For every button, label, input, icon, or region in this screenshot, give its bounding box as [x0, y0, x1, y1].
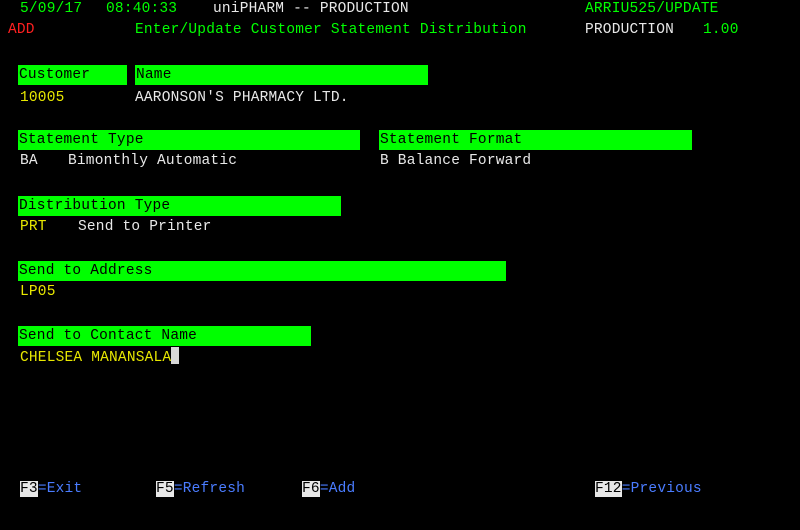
- f5-key-label: F5: [156, 481, 174, 497]
- program-id: ARRIU525/UPDATE: [585, 1, 719, 17]
- screen-title: Enter/Update Customer Statement Distribu…: [135, 22, 527, 38]
- f5-refresh-key[interactable]: F5=Refresh: [156, 480, 245, 498]
- customer-header: Customer: [18, 65, 127, 85]
- statement-type-code: BA: [20, 153, 38, 169]
- f6-action-label: =Add: [319, 481, 356, 497]
- text-cursor: [171, 347, 180, 364]
- f6-add-key[interactable]: F6=Add: [302, 480, 355, 498]
- send-to-contact-value: CHELSEA MANANSALA: [20, 350, 172, 366]
- f12-key-label: F12: [595, 481, 622, 497]
- f6-key-label: F6: [302, 481, 320, 497]
- statement-format-value: B Balance Forward: [380, 153, 532, 169]
- version-label: 1.00: [703, 22, 739, 38]
- customer-number: 10005: [20, 90, 65, 106]
- customer-name: AARONSON'S PHARMACY LTD.: [135, 90, 349, 106]
- statement-type-header: Statement Type: [18, 130, 360, 150]
- name-header: Name: [135, 65, 428, 85]
- f3-key-label: F3: [20, 481, 38, 497]
- date-text: 5/09/17: [20, 1, 83, 17]
- send-to-contact-header: Send to Contact Name: [18, 326, 311, 346]
- f5-action-label: =Refresh: [173, 481, 246, 497]
- statement-type-description: Bimonthly Automatic: [68, 153, 238, 169]
- time-text: 08:40:33: [106, 1, 178, 17]
- send-to-address-header: Send to Address: [18, 261, 506, 281]
- environment-label: PRODUCTION: [585, 22, 675, 38]
- f12-previous-key[interactable]: F12=Previous: [595, 480, 702, 498]
- distribution-type-code[interactable]: PRT: [20, 218, 47, 236]
- send-to-address-field[interactable]: LP05: [20, 283, 56, 301]
- mode-indicator: ADD: [8, 22, 35, 38]
- system-title: uniPHARM -- PRODUCTION: [213, 1, 409, 17]
- send-to-contact-field[interactable]: CHELSEA MANANSALA: [20, 347, 180, 367]
- f3-exit-key[interactable]: F3=Exit: [20, 480, 82, 498]
- distribution-type-header: Distribution Type: [18, 196, 341, 216]
- statement-format-header: Statement Format: [379, 130, 692, 150]
- distribution-type-description: Send to Printer: [78, 219, 212, 235]
- f12-action-label: =Previous: [621, 481, 702, 497]
- f3-action-label: =Exit: [37, 481, 83, 497]
